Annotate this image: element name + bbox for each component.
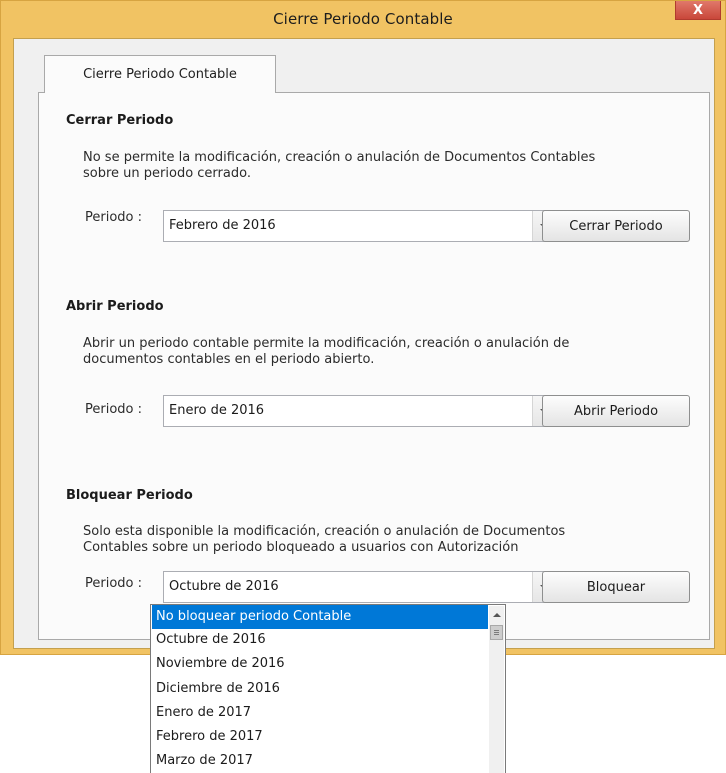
bloquear-section-title: Bloquear Periodo [66,488,193,503]
tab-cierre-periodo[interactable]: Cierre Periodo Contable [44,55,276,93]
scroll-up-button[interactable] [489,608,504,622]
grip-line [494,634,499,635]
grip-line [494,632,499,633]
close-button[interactable]: X [675,1,721,20]
cerrar-description-line2: sobre un periodo cerrado. [83,166,251,181]
cerrar-periodo-combobox[interactable]: Febrero de 2016 [163,210,555,242]
window-title: Cierre Periodo Contable [273,10,453,28]
abrir-periodo-label: Periodo : [85,402,143,417]
dropdown-option[interactable]: Febrero de 2017 [152,725,488,749]
tab-panel: Cerrar Periodo No se permite la modifica… [38,92,710,640]
dropdown-option[interactable]: Marzo de 2017 [152,749,488,773]
abrir-periodo-combobox[interactable]: Enero de 2016 [163,395,555,427]
dropdown-option[interactable]: Octubre de 2016 [152,628,488,652]
abrir-periodo-value: Enero de 2016 [169,403,265,418]
abrir-section-title: Abrir Periodo [66,299,164,314]
bloquear-description-line2: Contables sobre un periodo bloqueado a u… [83,540,519,555]
abrir-description-line1: Abrir un periodo contable permite la mod… [83,336,570,351]
cerrar-periodo-label: Periodo : [85,210,143,225]
bloquear-periodo-value: Octubre de 2016 [169,579,279,594]
dropdown-option[interactable]: No bloquear periodo Contable [152,605,488,629]
dropdown-option[interactable]: Noviembre de 2016 [152,652,488,676]
bloquear-button[interactable]: Bloquear [542,571,690,603]
dropdown-option[interactable]: Diciembre de 2016 [152,677,488,701]
scrollbar-thumb[interactable] [490,625,503,640]
cerrar-periodo-value: Febrero de 2016 [169,218,276,233]
cerrar-periodo-button[interactable]: Cerrar Periodo [542,210,690,242]
client-area: Cierre Periodo Contable Cerrar Periodo N… [13,38,715,649]
title-bar[interactable]: Cierre Periodo Contable [1,1,725,37]
cerrar-section-title: Cerrar Periodo [66,113,174,128]
dropdown-scrollbar[interactable] [489,606,504,773]
bloquear-periodo-dropdown-list[interactable]: No bloquear periodo Contable Octubre de … [150,604,506,773]
dropdown-option[interactable]: Enero de 2017 [152,701,488,725]
bloquear-periodo-combobox[interactable]: Octubre de 2016 [163,571,555,603]
abrir-description-line2: documentos contables en el periodo abier… [83,352,375,367]
bloquear-periodo-label: Periodo : [85,576,143,591]
grip-line [494,630,499,631]
dialog-window: Cierre Periodo Contable X Cierre Periodo… [0,0,726,655]
chevron-up-icon [492,613,501,617]
abrir-periodo-button[interactable]: Abrir Periodo [542,395,690,427]
bloquear-description-line1: Solo esta disponible la modificación, cr… [83,524,566,539]
cerrar-description-line1: No se permite la modificación, creación … [83,150,596,165]
